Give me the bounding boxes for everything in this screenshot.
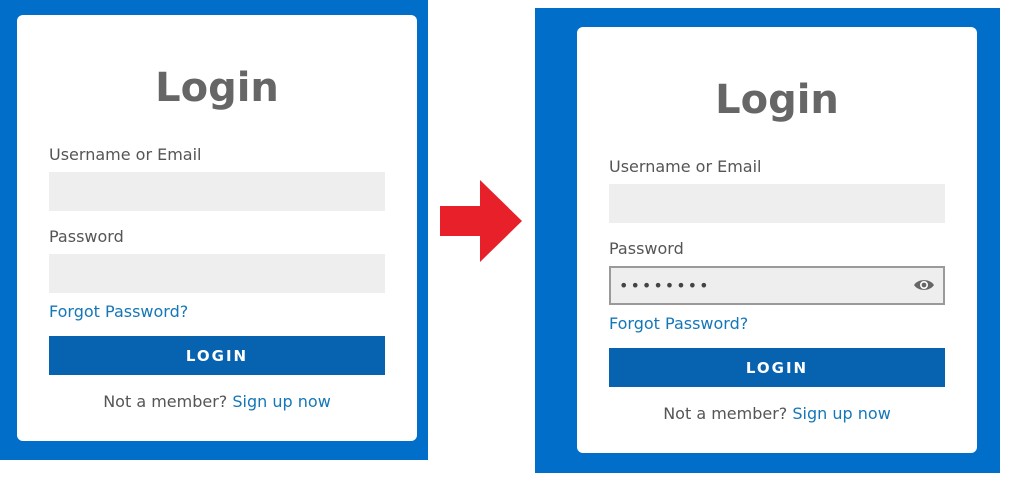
login-card-after: Login Username or Email Password Forgot …	[577, 27, 977, 453]
login-button[interactable]: LOGIN	[49, 336, 385, 375]
password-field[interactable]	[49, 254, 385, 293]
login-panel-after: Login Username or Email Password Forgot …	[535, 8, 1000, 473]
username-label: Username or Email	[609, 157, 762, 176]
login-panel-before: Login Username or Email Password Forgot …	[0, 0, 428, 460]
password-field[interactable]	[609, 266, 945, 305]
username-field[interactable]	[609, 184, 945, 223]
login-card-before: Login Username or Email Password Forgot …	[17, 15, 417, 441]
page-title: Login	[715, 77, 839, 123]
page-title: Login	[155, 65, 279, 111]
eye-icon[interactable]	[913, 276, 935, 294]
right-arrow-icon	[440, 180, 522, 262]
forgot-password-link[interactable]: Forgot Password?	[609, 314, 748, 333]
password-label: Password	[49, 227, 124, 246]
signup-link[interactable]: Sign up now	[792, 404, 890, 423]
signup-prompt: Not a member? Sign up now	[577, 404, 977, 423]
signup-prompt-text: Not a member?	[663, 404, 788, 423]
signup-link[interactable]: Sign up now	[232, 392, 330, 411]
signup-prompt-text: Not a member?	[103, 392, 228, 411]
signup-prompt: Not a member? Sign up now	[17, 392, 417, 411]
username-field[interactable]	[49, 172, 385, 211]
forgot-password-link[interactable]: Forgot Password?	[49, 302, 188, 321]
username-label: Username or Email	[49, 145, 202, 164]
password-label: Password	[609, 239, 684, 258]
login-button[interactable]: LOGIN	[609, 348, 945, 387]
